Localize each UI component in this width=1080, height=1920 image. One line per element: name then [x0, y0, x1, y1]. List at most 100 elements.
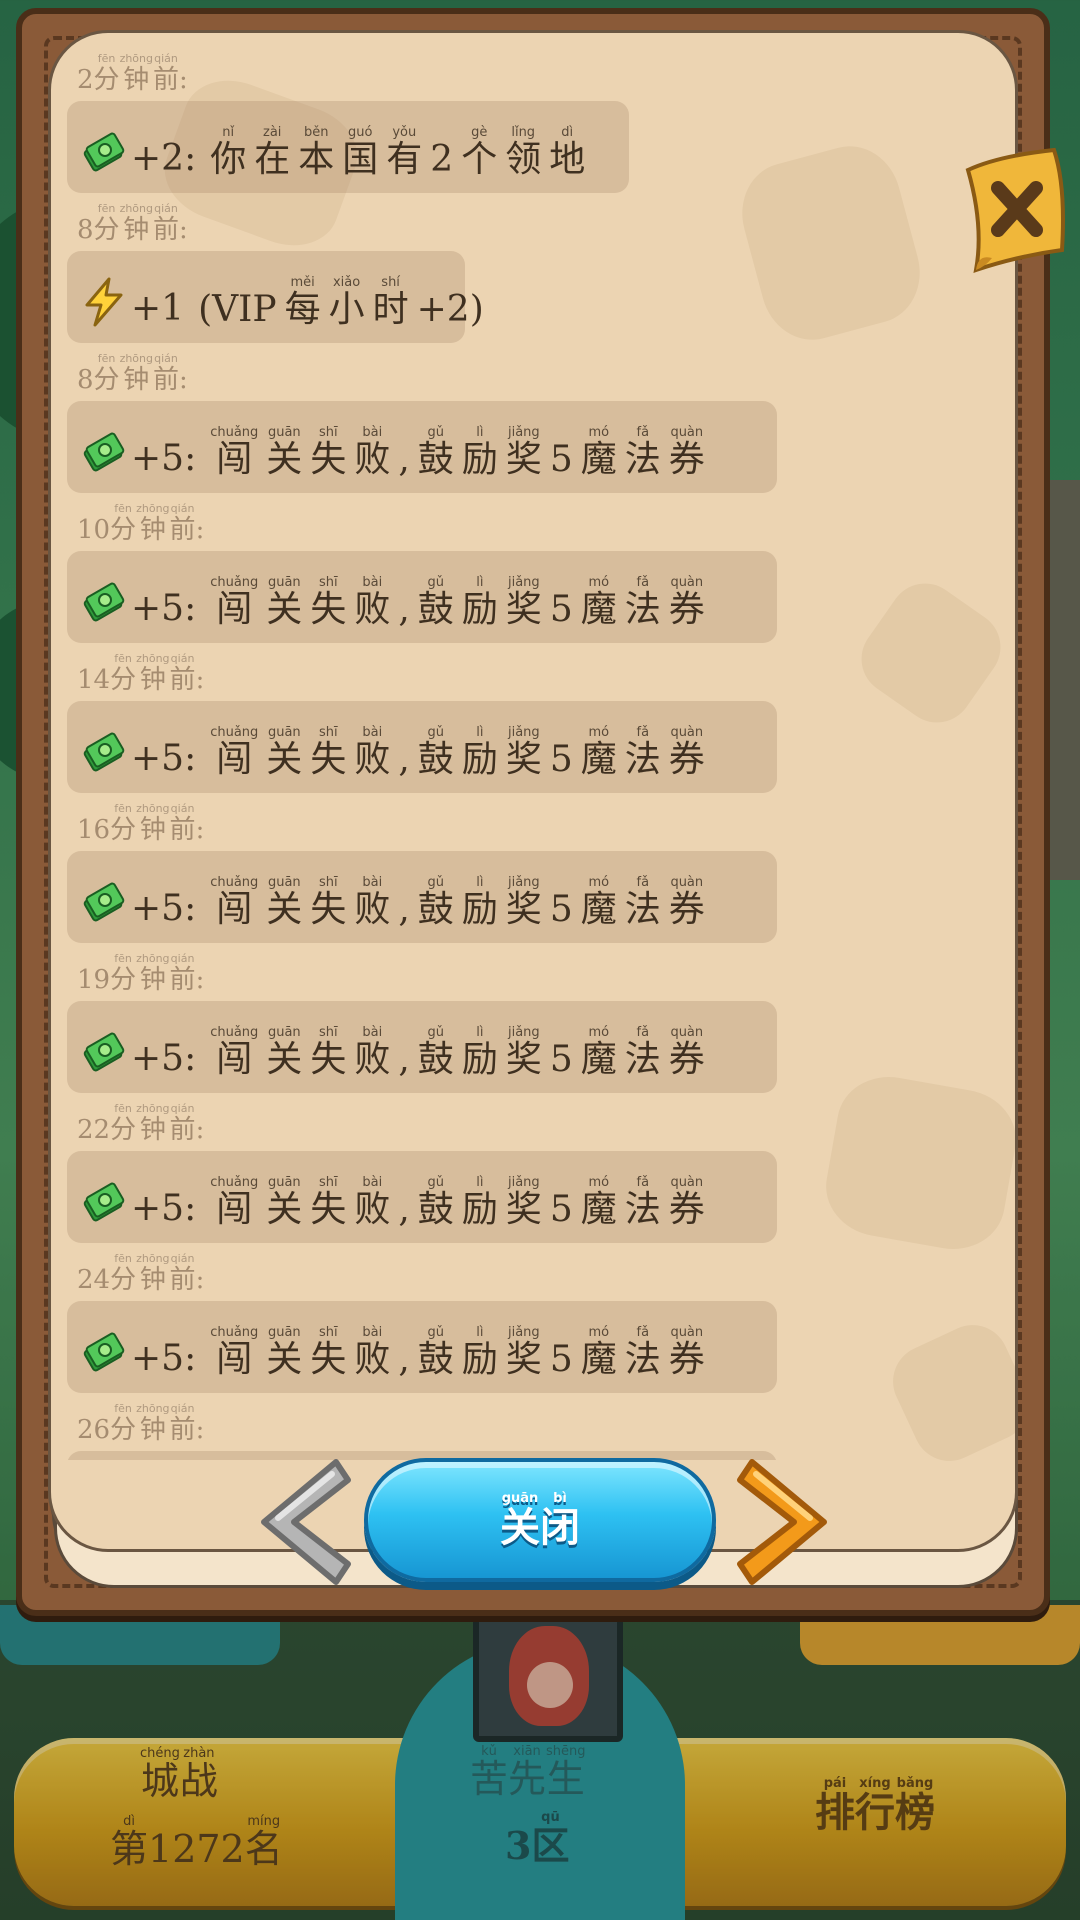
ruby-char: mó 魔 — [580, 575, 617, 631]
ruby-char: chuǎng 闯 — [210, 425, 259, 481]
ruby-char: zhōng 钟 — [119, 52, 153, 95]
ruby-char: chuǎng 闯 — [210, 575, 259, 631]
ruby-char: lì 励 — [461, 725, 498, 781]
ruby-char: : — [195, 515, 205, 545]
money-icon — [81, 1329, 127, 1375]
arrow-right-icon[interactable] — [732, 1452, 844, 1592]
ruby-char: 16 — [77, 815, 111, 845]
ruby-char: fēn 分 — [110, 502, 137, 545]
ruby-char: lǐng 领 — [505, 125, 542, 181]
ruby-char: 24 — [77, 1265, 111, 1295]
ruby-char: 26 — [77, 1415, 111, 1445]
ruby-char: jiǎng 奖 — [505, 875, 542, 931]
ruby-char: bài 败 — [354, 1175, 391, 1231]
ruby-char: zhōng 钟 — [136, 1402, 170, 1445]
ruby-char: : — [195, 1415, 205, 1445]
close-button[interactable]: guān 关 bì 闭 — [364, 1458, 716, 1582]
log-entry: +5: chuǎng闯guān关shī失bài败,gǔ鼓lì励jiǎng奖5mó魔… — [67, 1001, 777, 1093]
log-entry: +5: chuǎng闯guān关shī失bài败,gǔ鼓lì励jiǎng奖5mó魔… — [67, 851, 777, 943]
ruby-char: 5 — [549, 439, 573, 481]
ruby-char: : — [195, 965, 205, 995]
ruby-char: jiǎng 奖 — [505, 1325, 542, 1381]
ruby-char: jiǎng 奖 — [505, 725, 542, 781]
ruby-char: lì 励 — [461, 425, 498, 481]
ruby-char: fēn 分 — [110, 952, 137, 995]
ruby-char: chuǎng 闯 — [210, 1325, 259, 1381]
log-amount: +5: — [131, 1038, 197, 1080]
ruby-char: quàn 券 — [668, 425, 705, 481]
log-message: chuǎng 闯 guān 关 shī 失 bài 败, gǔ 鼓 lì 励 jiǎng 奖 5 mó 魔 fǎ 法… — [210, 425, 705, 479]
ruby-char: guān 关 — [266, 1025, 303, 1081]
log-timestamp: 19 fēn 分 zhōng 钟 qián 前: — [77, 951, 204, 994]
ruby-char: bài 败 — [354, 425, 391, 481]
money-icon — [81, 579, 127, 625]
ruby-char: fēn 分 — [93, 202, 120, 245]
ruby-char: 5 — [549, 1039, 573, 1081]
ruby-char: (VIP — [198, 289, 277, 331]
ruby-char: qián 前 — [169, 1252, 196, 1295]
log-message: chuǎng 闯 guān 关 shī 失 bài 败, gǔ 鼓 lì 励 jiǎng 奖 5 mó 魔 fǎ 法… — [210, 1025, 705, 1079]
ruby-char: , — [398, 439, 410, 481]
ruby-char: gǔ 鼓 — [417, 1025, 454, 1081]
log-entry: +5: chuǎng闯guān关shī失bài败,gǔ鼓lì励jiǎng奖5mó魔… — [67, 551, 777, 643]
ruby-char: bì 闭 — [540, 1491, 580, 1551]
ruby-char: 22 — [77, 1115, 111, 1145]
ruby-char: qián 前 — [153, 52, 180, 95]
lightning-icon — [81, 277, 127, 327]
ruby-char: guān 关 — [266, 425, 303, 481]
ruby-char: qián 前 — [153, 202, 180, 245]
ruby-char: mó 魔 — [580, 425, 617, 481]
ruby-char: , — [398, 1039, 410, 1081]
ruby-char: guān 关 — [266, 575, 303, 631]
ruby-char: fǎ 法 — [624, 1325, 661, 1381]
log-message: (VIP měi 每 xiǎo 小 shí 时 +2) — [198, 275, 484, 329]
ruby-char: 2 — [430, 139, 454, 181]
ruby-char: jiǎng 奖 — [505, 575, 542, 631]
ruby-char: shī 失 — [310, 575, 347, 631]
log-amount: +5: — [131, 438, 197, 480]
ruby-char: mó 魔 — [580, 725, 617, 781]
ruby-char: gǔ 鼓 — [417, 575, 454, 631]
log-list[interactable]: 2 fēn 分 zhōng 钟 qián 前: +2: nǐ 你 zài 在 běn 本 guó 国 yǒu 有 2… — [51, 33, 1015, 1460]
ruby-char: lì 励 — [461, 875, 498, 931]
arrow-left-icon[interactable] — [244, 1452, 356, 1592]
ruby-char: lì 励 — [461, 1175, 498, 1231]
ruby-char: mó 魔 — [580, 1325, 617, 1381]
ruby-char: fēn 分 — [110, 652, 137, 695]
close-x-icon[interactable] — [958, 146, 1068, 286]
ruby-char: , — [398, 1339, 410, 1381]
log-timestamp: 8 fēn 分 zhōng 钟 qián 前: — [77, 201, 188, 244]
log-entry: +1 (VIP měi 每 xiǎo 小 shí 时 +2) — [67, 251, 484, 343]
log-timestamp: 26 fēn 分 zhōng 钟 qián 前: — [77, 1401, 204, 1444]
ruby-char: chuǎng 闯 — [210, 725, 259, 781]
log-amount: +5: — [131, 738, 197, 780]
log-message: chuǎng 闯 guān 关 shī 失 bài 败, gǔ 鼓 lì 励 jiǎng 奖 5 mó 魔 fǎ 法… — [210, 875, 705, 929]
ruby-char: , — [398, 1189, 410, 1231]
log-amount: +5: — [131, 1338, 197, 1380]
ruby-char: fǎ 法 — [624, 875, 661, 931]
ruby-char: lì 励 — [461, 1025, 498, 1081]
ruby-char: gǔ 鼓 — [417, 425, 454, 481]
ruby-char: qián 前 — [169, 1102, 196, 1145]
ruby-char: jiǎng 奖 — [505, 1175, 542, 1231]
ruby-char: guó 国 — [342, 125, 379, 181]
ruby-char: fēn 分 — [110, 802, 137, 845]
ruby-char: bài 败 — [354, 1025, 391, 1081]
ruby-char: dì 地 — [549, 125, 586, 181]
ruby-char: gǔ 鼓 — [417, 725, 454, 781]
ruby-char: fǎ 法 — [624, 1025, 661, 1081]
ruby-char: 5 — [549, 589, 573, 631]
ruby-char: fēn 分 — [110, 1252, 137, 1295]
log-entry: +5: chuǎng闯guān关shī失bài败,gǔ鼓lì励jiǎng奖5mó魔… — [67, 701, 777, 793]
ruby-char: měi 每 — [284, 275, 321, 331]
log-amount: +1 — [131, 288, 185, 330]
ruby-char: +2) — [416, 289, 484, 331]
ruby-char: quàn 券 — [668, 1175, 705, 1231]
money-icon — [81, 429, 127, 475]
ruby-char: : — [179, 215, 188, 245]
money-icon — [81, 729, 127, 775]
ruby-char: fēn 分 — [110, 1102, 137, 1145]
ruby-char: 5 — [549, 1189, 573, 1231]
ruby-char: gǔ 鼓 — [417, 1325, 454, 1381]
ruby-char: chuǎng 闯 — [210, 1175, 259, 1231]
